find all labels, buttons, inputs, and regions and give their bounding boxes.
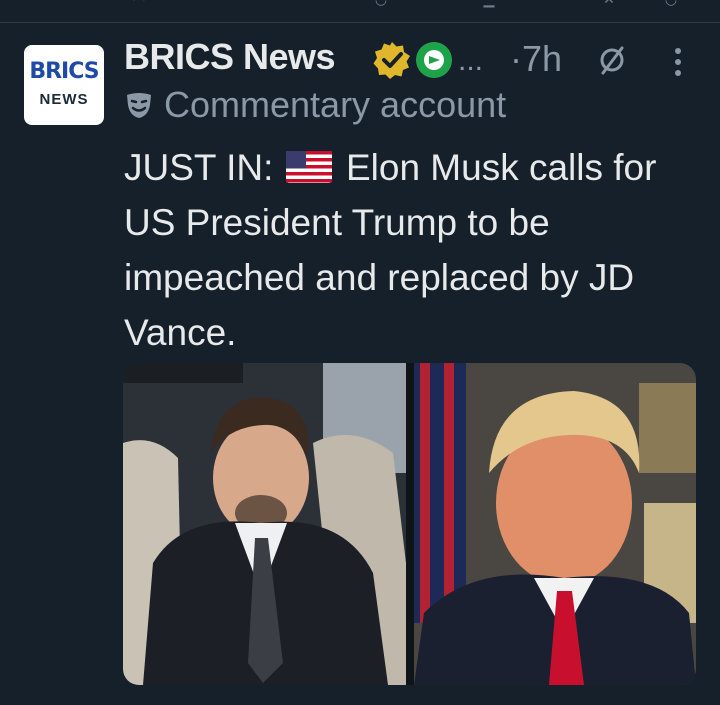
affiliate-badge-icon[interactable]: [416, 42, 452, 78]
person-in-suit-car-seat-photo[interactable]: [123, 363, 406, 685]
avatar-logo-subtext: NEWS: [39, 91, 89, 108]
tweet-prefix: JUST IN:: [124, 147, 274, 188]
more-options-icon[interactable]: [666, 44, 690, 80]
person-in-suit-flag-background-photo[interactable]: [414, 363, 696, 685]
share-icon[interactable]: ◡: [662, 0, 680, 6]
reply-icon[interactable]: ◠: [130, 0, 148, 6]
display-name[interactable]: BRICS News: [124, 36, 336, 78]
account-label-text: Commentary account: [164, 84, 507, 125]
bookmark-icon[interactable]: ✕: [600, 0, 618, 6]
name-overflow-ellipsis: ...: [458, 44, 484, 77]
avatar-logo-text: BRICS: [29, 59, 99, 84]
post-timestamp[interactable]: ·7h: [510, 38, 562, 80]
account-label: Commentary account: [124, 84, 506, 126]
like-icon[interactable]: ◡: [372, 0, 390, 6]
tweet-text: JUST IN: Elon Musk calls for US Presiden…: [124, 140, 704, 360]
views-icon[interactable]: ▁: [480, 0, 498, 6]
previous-tweet-action-bar: ◠ ◡ ▁ ✕ ◡: [0, 0, 720, 23]
verified-badge-icon[interactable]: [372, 40, 412, 80]
theater-mask-icon: [127, 93, 151, 118]
grok-icon[interactable]: [596, 44, 628, 76]
us-flag-icon: [285, 151, 332, 183]
tweet-media[interactable]: [123, 363, 696, 685]
avatar[interactable]: BRICS NEWS: [24, 45, 104, 125]
